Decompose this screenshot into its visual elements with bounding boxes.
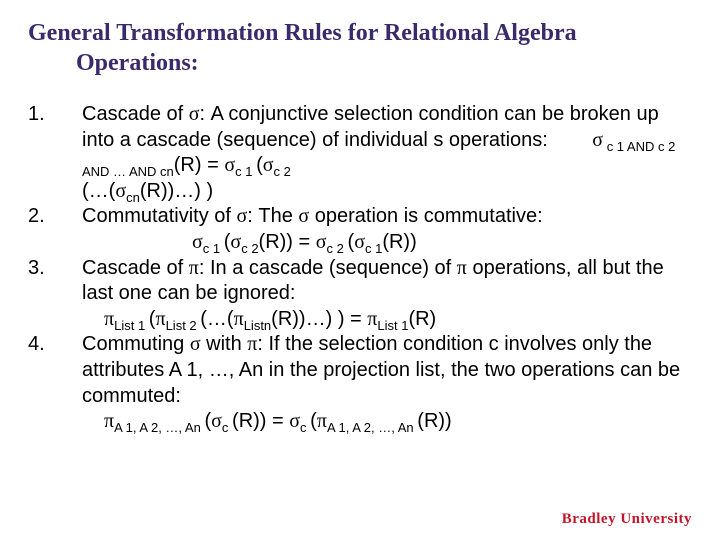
subscript: c xyxy=(300,420,310,435)
slide-title: General Transformation Rules for Relatio… xyxy=(28,18,692,78)
sigma-icon: σ xyxy=(115,180,126,202)
item-number: 4. xyxy=(28,332,82,434)
item-body: Commutativity of σ: The σ operation is c… xyxy=(82,204,692,255)
pi-icon: π xyxy=(189,257,199,279)
list-item: 2. Commutativity of σ: The σ operation i… xyxy=(28,204,692,255)
subscript: c 2 xyxy=(241,241,258,256)
item-body: Cascade of π: In a cascade (sequence) of… xyxy=(82,256,692,333)
text: (R) xyxy=(408,308,436,330)
text: Commuting xyxy=(82,333,190,355)
sigma-icon: σ xyxy=(224,154,235,176)
pi-icon: π xyxy=(104,410,114,432)
sigma-icon: σ xyxy=(189,103,200,125)
item-number: 1. xyxy=(28,102,82,204)
text: with xyxy=(201,333,248,355)
subscript: List 1 xyxy=(377,318,408,333)
pi-icon: π xyxy=(457,257,467,279)
slide: General Transformation Rules for Relatio… xyxy=(0,0,720,540)
item-number: 2. xyxy=(28,204,82,255)
pi-icon: π xyxy=(155,308,165,330)
sigma-icon: σ xyxy=(230,231,241,253)
pi-icon: π xyxy=(367,308,377,330)
text: (R) = xyxy=(174,154,225,176)
pi-icon: π xyxy=(247,333,257,355)
text: Cascade of xyxy=(82,103,189,125)
sigma-icon: σ xyxy=(289,410,300,432)
subscript: List 2 xyxy=(166,318,201,333)
subscript: A 1, A 2, …, An xyxy=(327,420,417,435)
subscript: Listn xyxy=(244,318,271,333)
text: operation is commutative: xyxy=(309,205,542,227)
list-item: 3. Cascade of π: In a cascade (sequence)… xyxy=(28,256,692,333)
formula: πList 1 (πList 2 (…(πListn(R))…) ) = πLi… xyxy=(82,307,692,333)
subscript: List 1 xyxy=(114,318,149,333)
formula: πA 1, A 2, …, An (σc (R)) = σc (πA 1, A … xyxy=(82,409,692,435)
text: : The xyxy=(247,205,298,227)
subscript: c 1 xyxy=(203,241,224,256)
list-item: 4. Commuting σ with π: If the selection … xyxy=(28,332,692,434)
pi-icon: π xyxy=(234,308,244,330)
text: (R)) = xyxy=(259,231,316,253)
text: (R)) = xyxy=(232,410,289,432)
sigma-icon: σ xyxy=(592,129,603,151)
subscript: c 2 xyxy=(327,241,348,256)
item-body: Commuting σ with π: If the selection con… xyxy=(82,332,692,434)
text: ( xyxy=(310,410,317,432)
sigma-icon: σ xyxy=(211,410,222,432)
rule-list: 1. Cascade of σ: A conjunctive selection… xyxy=(28,102,692,435)
subscript: c 1 xyxy=(365,241,382,256)
list-item: 1. Cascade of σ: A conjunctive selection… xyxy=(28,102,692,204)
pi-icon: π xyxy=(104,308,114,330)
pi-icon: π xyxy=(317,410,327,432)
item-body: Cascade of σ: A conjunctive selection co… xyxy=(82,102,692,204)
text: (…( xyxy=(82,180,115,202)
text: (…( xyxy=(200,308,233,330)
sigma-icon: σ xyxy=(236,205,247,227)
sigma-icon: σ xyxy=(192,231,203,253)
subscript: c 2 xyxy=(274,164,291,179)
text: (R))…) ) xyxy=(140,180,213,202)
title-line-1: General Transformation Rules for Relatio… xyxy=(28,20,577,46)
subscript: A 1, A 2, …, An xyxy=(114,420,204,435)
footer-branding: Bradley University xyxy=(562,511,692,528)
sigma-icon: σ xyxy=(316,231,327,253)
text: (R)) xyxy=(417,410,451,432)
item-number: 3. xyxy=(28,256,82,333)
sigma-icon: σ xyxy=(263,154,274,176)
sigma-icon: σ xyxy=(190,333,201,355)
formula: σc 1 (σc 2(R)) = σc 2 (σc 1(R)) xyxy=(82,230,692,256)
text: Commutativity of xyxy=(82,205,236,227)
subscript: c xyxy=(222,420,232,435)
title-line-2: Operations: xyxy=(28,48,692,78)
sigma-icon: σ xyxy=(354,231,365,253)
text: (R))…) ) = xyxy=(271,308,367,330)
text: (R)) xyxy=(382,231,416,253)
text: Cascade of xyxy=(82,257,189,279)
sigma-icon: σ xyxy=(298,205,309,227)
text: : In a cascade (sequence) of xyxy=(199,257,457,279)
subscript: c 1 xyxy=(235,164,256,179)
subscript: cn xyxy=(126,190,140,205)
text: ( xyxy=(256,154,263,176)
